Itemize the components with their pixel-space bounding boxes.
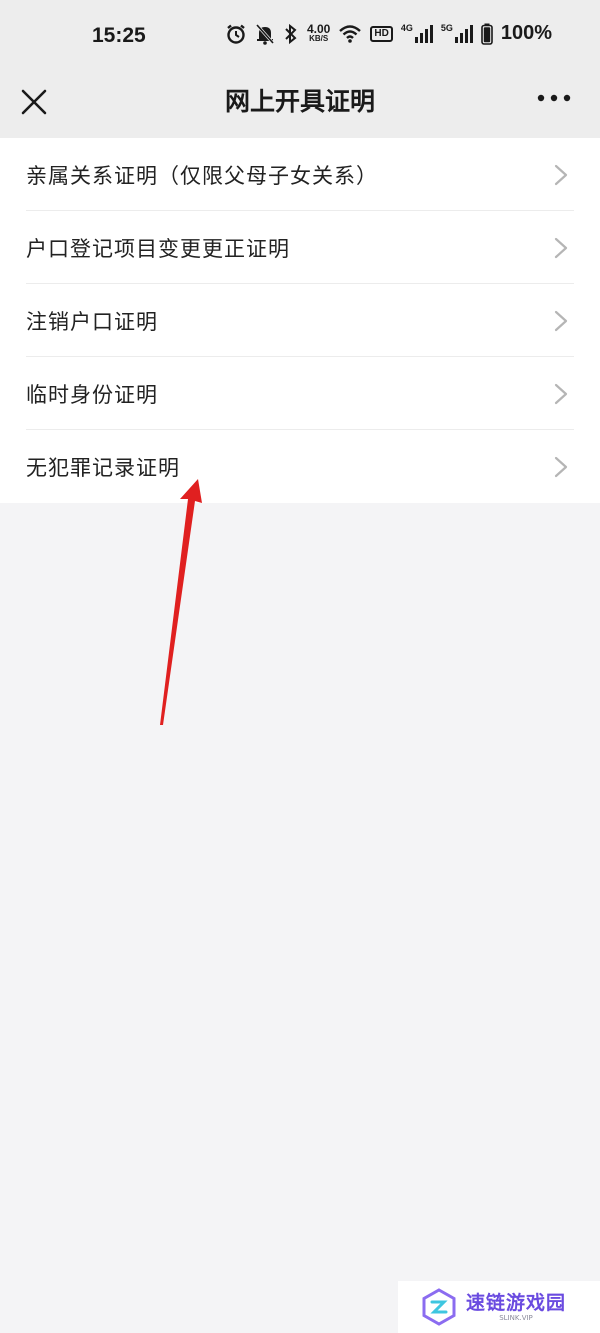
nav-bar: 网上开具证明 <box>0 76 600 138</box>
chevron-right-icon <box>554 456 568 478</box>
chevron-right-icon <box>554 237 568 259</box>
list-item-label: 注销户口证明 <box>26 309 158 334</box>
watermark-title: 速链游戏园 <box>466 1291 567 1314</box>
signal-4g-label: 4G <box>400 23 413 33</box>
list-item-label: 临时身份证明 <box>26 382 158 407</box>
battery-icon <box>481 23 493 45</box>
watermark: 速链游戏园 SLINK.VIP <box>398 1281 600 1333</box>
chevron-right-icon <box>554 383 568 405</box>
certificate-list: 亲属关系证明（仅限父母子女关系） 户口登记项目变更更正证明 注销户口证明 临时身… <box>0 138 600 503</box>
signal-bars-icon <box>414 25 433 43</box>
signal-4g: 4G <box>401 24 433 43</box>
watermark-logo-icon <box>422 1288 456 1326</box>
list-item-kinship-certificate[interactable]: 亲属关系证明（仅限父母子女关系） <box>0 138 600 211</box>
more-dots-icon <box>537 94 571 102</box>
alarm-icon <box>225 23 247 45</box>
network-speed: 4.00 KB/S <box>307 21 331 44</box>
battery-percent: 100% <box>500 22 552 44</box>
mute-bell-icon <box>255 23 275 45</box>
list-item-label: 亲属关系证明（仅限父母子女关系） <box>26 163 378 188</box>
signal-bars-icon <box>454 25 473 43</box>
hd-badge: HD <box>370 25 393 42</box>
status-icons: 4.00 KB/S HD 4G 5G 100% <box>225 22 552 45</box>
network-speed-value: 4.00 <box>307 21 331 36</box>
chevron-right-icon <box>554 310 568 332</box>
page-title: 网上开具证明 <box>224 87 375 116</box>
list-item-household-change-certificate[interactable]: 户口登记项目变更更正证明 <box>0 211 600 284</box>
signal-5g-label: 5G <box>440 23 453 33</box>
list-item-temporary-id-certificate[interactable]: 临时身份证明 <box>0 357 600 430</box>
watermark-subtitle: SLINK.VIP <box>499 1313 533 1322</box>
signal-5g: 5G <box>441 24 473 43</box>
wifi-icon <box>338 24 362 44</box>
more-button[interactable] <box>536 88 572 108</box>
status-bar: 15:25 4.00 KB/S HD 4G 5G 100% <box>0 0 600 76</box>
annotation-arrow-icon <box>160 479 202 725</box>
status-time: 15:25 <box>92 24 146 47</box>
chevron-right-icon <box>554 164 568 186</box>
list-item-label: 户口登记项目变更更正证明 <box>26 236 290 261</box>
bluetooth-icon <box>283 23 299 45</box>
list-item-no-criminal-record-certificate[interactable]: 无犯罪记录证明 <box>0 430 600 503</box>
watermark-text: 速链游戏园 SLINK.VIP <box>466 1292 566 1323</box>
list-item-cancel-household-certificate[interactable]: 注销户口证明 <box>0 284 600 357</box>
network-speed-unit: KB/S <box>309 33 329 43</box>
